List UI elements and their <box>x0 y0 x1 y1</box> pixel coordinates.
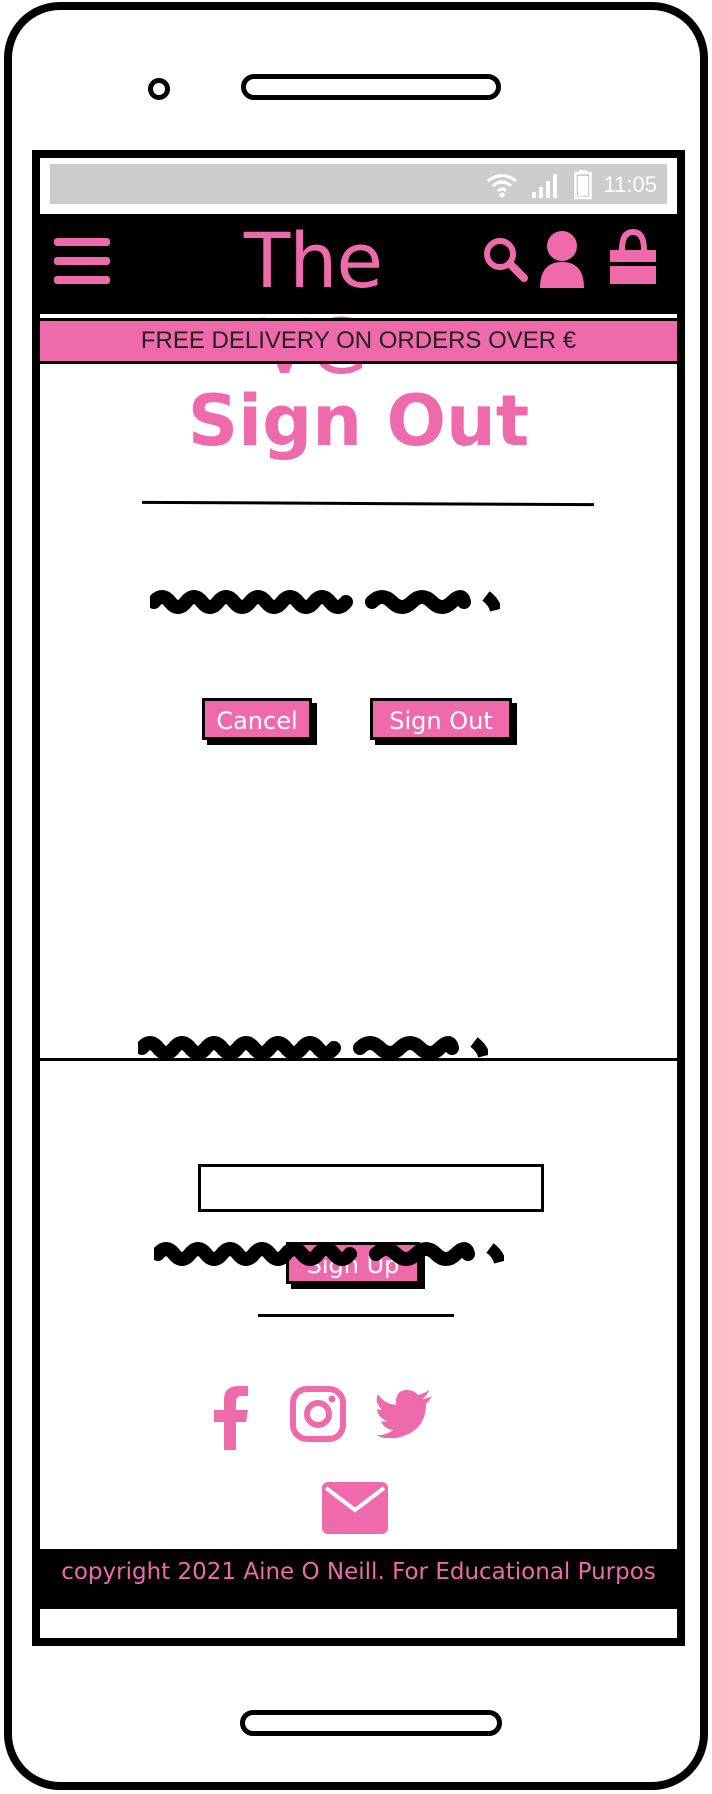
newsletter-divider <box>258 1314 454 1317</box>
site-logo[interactable]: The VG <box>178 218 448 390</box>
cancel-button[interactable]: Cancel <box>202 698 312 740</box>
status-icons: 11:05 <box>486 170 657 200</box>
social-text-scribble <box>154 1242 504 1266</box>
bag-icon[interactable] <box>608 228 658 286</box>
instagram-icon[interactable] <box>290 1386 346 1442</box>
newsletter-text-scribble <box>138 1036 488 1060</box>
facebook-icon[interactable] <box>210 1386 250 1450</box>
twitter-icon[interactable] <box>376 1390 434 1438</box>
status-time: 11:05 <box>603 172 657 197</box>
search-icon[interactable] <box>482 236 528 282</box>
sign-out-button[interactable]: Sign Out <box>370 698 512 740</box>
footer-copyright: copyright 2021 Aine O Neill. For Educati… <box>40 1546 677 1609</box>
placeholder-text-scribble <box>150 590 500 614</box>
battery-icon <box>573 170 592 200</box>
promo-banner: FREE DELIVERY ON ORDERS OVER € <box>40 318 677 364</box>
status-bar: 11:05 <box>50 164 667 204</box>
mail-icon[interactable] <box>322 1482 388 1534</box>
home-button[interactable] <box>240 1710 502 1736</box>
title-divider <box>141 500 595 507</box>
user-icon[interactable] <box>538 230 586 288</box>
site-header: The VG <box>40 214 677 390</box>
wifi-icon <box>486 174 517 198</box>
menu-icon[interactable] <box>54 236 110 286</box>
page-title: Sign Out <box>187 380 530 462</box>
signal-icon <box>531 174 557 198</box>
camera-icon <box>148 78 170 100</box>
phone-screen: 11:05 The VG FREE DELIVERY ON ORDERS OVE… <box>32 150 685 1646</box>
speaker-grille <box>241 74 501 100</box>
newsletter-email-input[interactable] <box>198 1164 544 1212</box>
